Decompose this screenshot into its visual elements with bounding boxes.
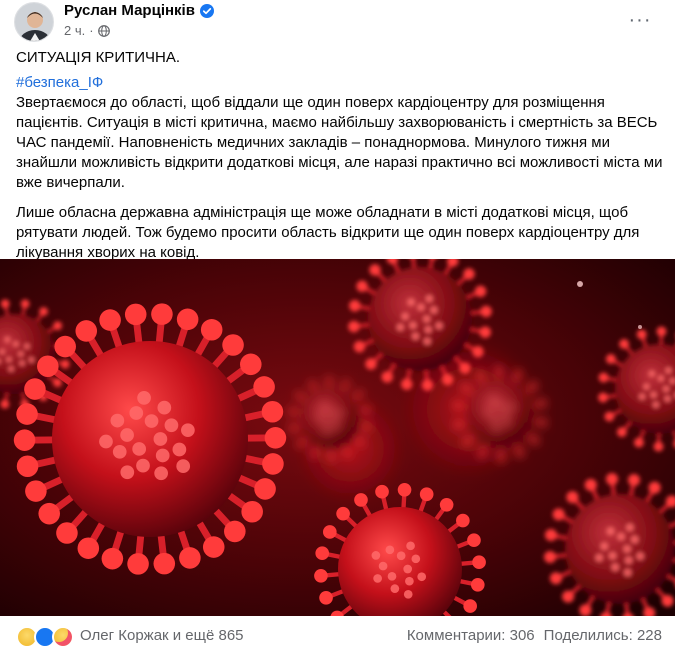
post-image[interactable] — [0, 259, 675, 616]
care-reaction-icon — [52, 626, 74, 648]
globe-icon — [97, 24, 110, 37]
post-header: Руслан Марцінків 2 ч. · ··· — [0, 0, 675, 45]
comments-count-link[interactable]: Комментарии: 306 — [407, 627, 535, 644]
post-meta: 2 ч. · — [64, 23, 110, 38]
author-name[interactable]: Руслан Марцінків — [64, 2, 195, 19]
reaction-icons[interactable] — [16, 626, 74, 648]
post-title: СИТУАЦІЯ КРИТИЧНА. — [16, 49, 181, 66]
engagement-counts: Комментарии: 306 Поделились: 228 — [407, 627, 662, 644]
post-paragraph-1: Звертаємося до області, щоб віддали ще о… — [16, 94, 663, 191]
post-text: СИТУАЦІЯ КРИТИЧНА. #безпека_ІФ Звертаємо… — [16, 48, 664, 263]
avatar-image — [15, 3, 53, 41]
hashtag-link[interactable]: #безпека_ІФ — [16, 74, 103, 91]
reactors-link[interactable]: Олег Коржак и ещё 865 — [80, 627, 244, 644]
post-paragraph-2: Лише обласна державна адміністрація ще м… — [16, 204, 640, 261]
meta-separator: · — [89, 23, 94, 38]
author-name-row: Руслан Марцінків — [64, 2, 214, 19]
shares-count-link[interactable]: Поделились: 228 — [544, 627, 662, 644]
author-avatar[interactable] — [14, 2, 54, 42]
more-options-button[interactable]: ··· — [625, 8, 655, 32]
facebook-post: Руслан Марцінків 2 ч. · ··· СИТУАЦІЯ КРИ… — [0, 0, 675, 656]
post-time[interactable]: 2 ч. — [64, 23, 85, 38]
post-footer: Олег Коржак и ещё 865 Комментарии: 306 П… — [0, 618, 675, 656]
coronavirus-illustration — [0, 259, 675, 616]
verified-badge-icon — [199, 3, 214, 18]
